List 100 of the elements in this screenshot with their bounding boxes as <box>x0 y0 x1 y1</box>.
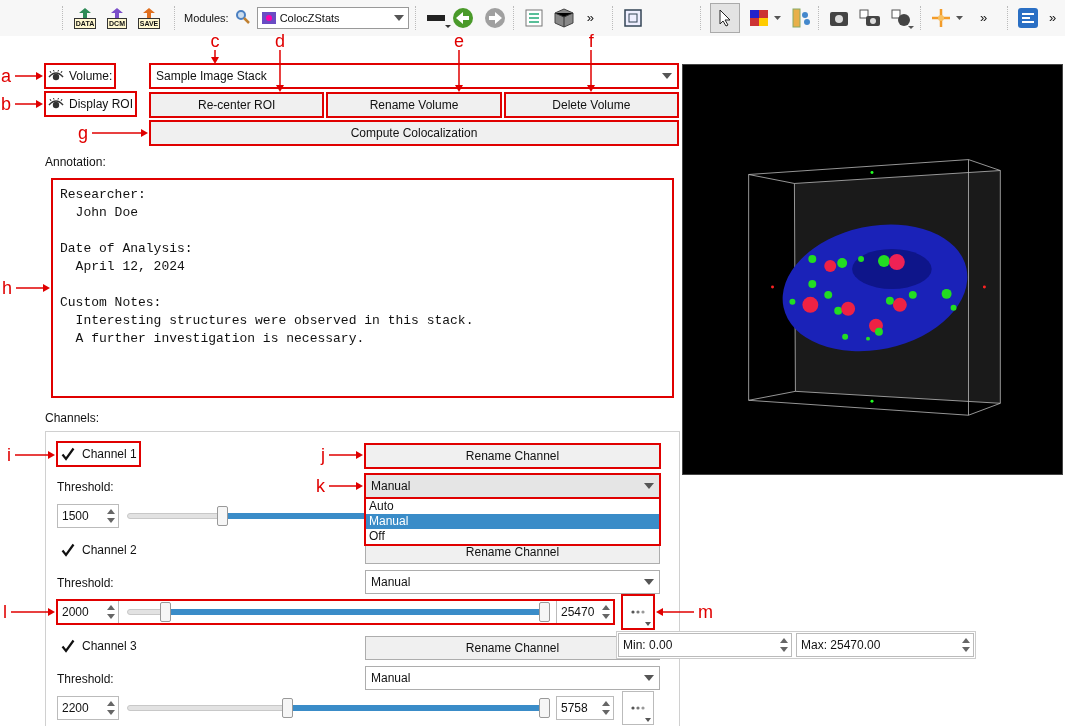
checkbox[interactable] <box>60 446 76 462</box>
eye-icon[interactable] <box>48 69 64 82</box>
caret-icon <box>644 675 654 681</box>
camera-icon[interactable] <box>889 7 914 29</box>
caret-icon <box>662 73 672 79</box>
push-button[interactable]: Delete Volume <box>504 92 678 117</box>
callout-arrow <box>11 607 55 617</box>
push-button[interactable]: Re-center ROI <box>150 92 324 117</box>
threshold-dropdown[interactable]: Manual <box>365 570 660 594</box>
callout-letter: l <box>3 603 7 621</box>
push-button[interactable]: Compute Colocalization <box>150 121 678 145</box>
cube-icon[interactable] <box>552 7 575 29</box>
caret-icon <box>393 15 404 21</box>
channel-checkbox[interactable]: Channel 1 <box>57 442 140 466</box>
callout-letter: k <box>316 477 325 495</box>
push-button[interactable]: Rename Channel <box>365 443 660 468</box>
volume-render-view[interactable] <box>682 64 1063 475</box>
callout-letter: b <box>1 95 11 113</box>
callout-arrow <box>210 50 220 64</box>
volume-dropdown[interactable]: Sample Image Stack <box>150 64 678 88</box>
spin-arrows-icon[interactable] <box>779 637 789 653</box>
pointer-icon <box>717 9 732 27</box>
spin-box[interactable]: 5758 <box>556 696 614 720</box>
threshold-label: Threshold: <box>57 672 114 686</box>
callout-arrow <box>586 49 597 92</box>
callout-arrow <box>15 71 43 81</box>
volume-visibility-toggle[interactable]: Volume: <box>45 63 116 88</box>
callout-arrow <box>92 127 148 138</box>
threshold-dropdown[interactable]: Manual <box>365 666 660 690</box>
spin-box[interactable]: Min: 0.00 <box>618 633 792 657</box>
spin-arrows-icon[interactable] <box>106 604 116 620</box>
callout-letter: a <box>1 67 11 85</box>
threshold-label: Threshold: <box>57 576 114 590</box>
callout-arrow <box>656 607 694 617</box>
callout-letter: e <box>454 31 465 50</box>
callout-letter: j <box>321 446 325 464</box>
roi-visibility-toggle[interactable]: Display ROI <box>45 91 136 116</box>
spin-arrows-icon[interactable] <box>601 604 611 620</box>
annotation-field[interactable]: Researcher: John Doe Date of Analysis: April 12, 2024 Custom Notes: Interesting structures were observed in this stack. A further investigation is necessary. <box>52 179 673 397</box>
spin-arrows-icon[interactable] <box>961 637 971 653</box>
callout-arrow <box>16 283 50 293</box>
ellipsis-icon <box>631 610 645 614</box>
callout-arrow <box>454 49 465 92</box>
callout-letter: h <box>2 279 12 297</box>
slider-thumb[interactable] <box>538 698 550 718</box>
frame-icon[interactable] <box>621 7 644 29</box>
callout-arrow <box>275 49 285 92</box>
channels-label: Channels: <box>45 410 101 427</box>
callout-letter: c <box>210 32 220 50</box>
channel-checkbox[interactable]: Channel 3 <box>57 634 140 658</box>
check-icon <box>61 543 75 557</box>
module-icon <box>261 12 276 24</box>
push-button[interactable]: Rename Volume <box>327 92 501 117</box>
callout-arrow <box>329 481 363 491</box>
more-button[interactable] <box>622 595 654 629</box>
slider-thumb[interactable] <box>159 602 171 622</box>
color-map-icon[interactable] <box>747 7 782 29</box>
eye-icon[interactable] <box>48 97 64 110</box>
callout-arrow <box>329 450 363 460</box>
overflow-chevron[interactable]: » <box>1049 8 1057 28</box>
caret-icon <box>645 622 651 626</box>
callout-letter: g <box>78 123 88 142</box>
channel-checkbox[interactable]: Channel 2 <box>57 538 140 562</box>
module-dropdown[interactable]: ColocZStats <box>256 7 409 29</box>
modules-label: Modules: <box>184 10 229 26</box>
callout-letter: f <box>588 31 594 50</box>
ruler-icon[interactable] <box>789 7 812 29</box>
callout-letter: d <box>275 31 285 50</box>
caret-icon <box>644 579 654 585</box>
threshold-dropdown[interactable]: Manual <box>365 474 660 498</box>
spin-box[interactable]: Max: 25470.00 <box>796 633 974 657</box>
dropdown-option[interactable]: Auto <box>366 499 659 514</box>
spin-box[interactable]: 2200 <box>57 696 119 720</box>
more-button[interactable] <box>622 691 654 725</box>
caret-icon <box>645 718 651 722</box>
callout-letter: m <box>698 603 713 621</box>
spin-box[interactable]: 1500 <box>57 504 119 528</box>
threshold-label: Threshold: <box>57 480 114 494</box>
checkbox[interactable] <box>60 638 76 654</box>
panel-icon[interactable] <box>1017 7 1040 29</box>
slider-thumb[interactable] <box>216 506 228 526</box>
callout-arrow <box>15 99 43 109</box>
caret-icon <box>644 483 654 489</box>
checkbox[interactable] <box>60 542 76 558</box>
check-icon <box>61 639 75 653</box>
callout-letter: i <box>7 446 11 464</box>
dropdown-option[interactable]: Manual <box>366 514 659 529</box>
overflow-chevron[interactable]: » <box>979 8 988 28</box>
spin-arrows-icon[interactable] <box>106 508 116 524</box>
slider-thumb[interactable] <box>538 602 550 622</box>
annotation-label: Annotation: <box>45 154 107 171</box>
spin-arrows-icon[interactable] <box>601 700 611 716</box>
overflow-chevron[interactable]: » <box>586 8 594 28</box>
pointer-tool-button[interactable] <box>709 3 740 33</box>
ellipsis-icon <box>631 706 645 710</box>
slider-thumb[interactable] <box>281 698 293 718</box>
callout-arrow <box>15 450 55 460</box>
spin-arrows-icon[interactable] <box>106 700 116 716</box>
check-icon <box>61 447 75 461</box>
camera-icon[interactable] <box>857 7 882 29</box>
